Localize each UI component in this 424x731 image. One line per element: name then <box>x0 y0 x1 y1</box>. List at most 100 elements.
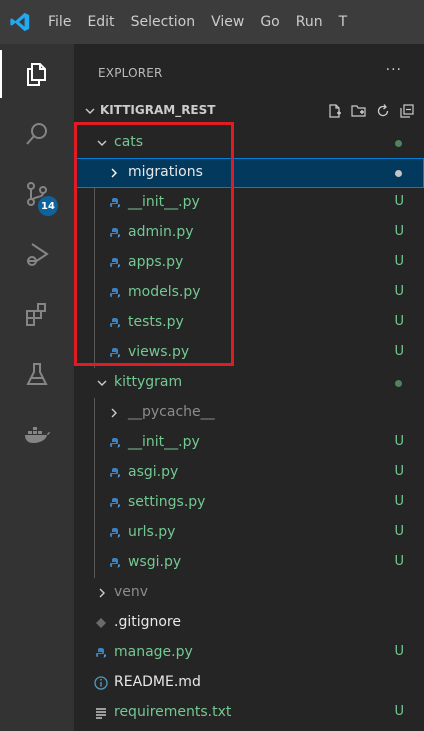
python-file-icon <box>108 226 122 240</box>
explorer-icon[interactable] <box>0 44 74 104</box>
tree-file-wsgi[interactable]: wsgi.py U <box>74 548 424 578</box>
menu-run[interactable]: Run <box>288 0 331 44</box>
testing-icon[interactable] <box>0 344 74 404</box>
new-file-icon[interactable] <box>326 102 344 120</box>
tree-file-apps[interactable]: apps.py U <box>74 248 424 278</box>
modified-dot <box>395 170 402 177</box>
folder-label: cats <box>114 134 144 150</box>
workspace-folder-header[interactable]: KITTIGRAM_REST <box>74 96 424 126</box>
info-icon <box>94 676 108 690</box>
workspace-folder-name: KITTIGRAM_REST <box>100 103 216 117</box>
chevron-down-icon <box>97 140 107 146</box>
menu-go[interactable]: Go <box>252 0 287 44</box>
run-debug-icon[interactable] <box>0 224 74 284</box>
tree-file-admin[interactable]: admin.py U <box>74 218 424 248</box>
untracked-status: U <box>394 344 404 359</box>
untracked-status: U <box>394 194 404 209</box>
file-label: manage.py <box>114 644 193 660</box>
text-file-icon <box>94 706 108 720</box>
tree-file-urls[interactable]: urls.py U <box>74 518 424 548</box>
explorer-title: EXPLORER <box>98 66 163 80</box>
tree-folder-kittygram[interactable]: kittygram <box>74 368 424 398</box>
untracked-status: U <box>394 314 404 329</box>
python-file-icon <box>108 526 122 540</box>
tree-file-tests[interactable]: tests.py U <box>74 308 424 338</box>
tree-file-asgi[interactable]: asgi.py U <box>74 458 424 488</box>
untracked-status: U <box>394 254 404 269</box>
menu-bar: File Edit Selection View Go Run T <box>40 0 355 44</box>
menu-terminal-truncated[interactable]: T <box>331 0 356 44</box>
python-file-icon <box>108 316 122 330</box>
file-label: admin.py <box>128 224 194 240</box>
collapse-all-icon[interactable] <box>398 102 416 120</box>
tree-file-views[interactable]: views.py U <box>74 338 424 368</box>
explorer-sidebar: EXPLORER ··· KITTIGRAM_REST cats migrati… <box>74 44 424 731</box>
extensions-icon[interactable] <box>0 284 74 344</box>
untracked-status: U <box>394 224 404 239</box>
menu-selection[interactable]: Selection <box>123 0 204 44</box>
tree-file-readme[interactable]: README.md <box>74 668 424 698</box>
search-icon[interactable] <box>0 104 74 164</box>
tree-file-settings[interactable]: settings.py U <box>74 488 424 518</box>
untracked-status: U <box>394 554 404 569</box>
python-file-icon <box>108 496 122 510</box>
chevron-down-icon <box>85 108 95 114</box>
chevron-down-icon <box>97 380 107 386</box>
python-file-icon <box>108 286 122 300</box>
docker-icon[interactable] <box>0 404 74 464</box>
menu-edit[interactable]: Edit <box>79 0 122 44</box>
file-label: requirements.txt <box>114 704 232 720</box>
file-label: apps.py <box>128 254 184 270</box>
tree-file-manage[interactable]: manage.py U <box>74 638 424 668</box>
menu-view[interactable]: View <box>203 0 252 44</box>
file-label: __init__.py <box>128 434 200 450</box>
tree-file-gitignore[interactable]: .gitignore <box>74 608 424 638</box>
tree-folder-venv[interactable]: venv <box>74 578 424 608</box>
menu-file[interactable]: File <box>40 0 79 44</box>
file-label: wsgi.py <box>128 554 182 570</box>
tree-folder-migrations[interactable]: migrations <box>74 158 424 188</box>
chevron-right-icon <box>99 588 105 598</box>
tree-folder-cats[interactable]: cats <box>74 128 424 158</box>
folder-actions <box>326 102 416 120</box>
file-label: asgi.py <box>128 464 179 480</box>
tree-file-models[interactable]: models.py U <box>74 278 424 308</box>
tree-file-cats-init[interactable]: __init__.py U <box>74 188 424 218</box>
tree-file-requirements[interactable]: requirements.txt U <box>74 698 424 728</box>
modified-dot <box>395 140 402 147</box>
chevron-right-icon <box>111 168 117 178</box>
gitignore-file-icon <box>94 616 108 630</box>
modified-dot <box>395 380 402 387</box>
file-label: .gitignore <box>114 614 181 630</box>
vscode-logo-icon <box>0 0 40 44</box>
source-control-badge: 14 <box>38 196 58 216</box>
python-file-icon <box>108 346 122 360</box>
refresh-icon[interactable] <box>374 102 392 120</box>
file-tree: cats migrations __init__.py U admin.py U… <box>74 128 424 728</box>
folder-label: migrations <box>128 164 203 180</box>
tree-file-kittygram-init[interactable]: __init__.py U <box>74 428 424 458</box>
file-label: models.py <box>128 284 201 300</box>
python-file-icon <box>108 196 122 210</box>
source-control-icon[interactable]: 14 <box>0 164 74 224</box>
untracked-status: U <box>394 524 404 539</box>
title-bar: File Edit Selection View Go Run T <box>0 0 424 44</box>
python-file-icon <box>94 646 108 660</box>
file-label: settings.py <box>128 494 206 510</box>
untracked-status: U <box>394 464 404 479</box>
more-actions-icon[interactable]: ··· <box>386 62 402 78</box>
untracked-status: U <box>394 644 404 659</box>
new-folder-icon[interactable] <box>350 102 368 120</box>
file-label: __init__.py <box>128 194 200 210</box>
folder-label: venv <box>114 584 149 600</box>
untracked-status: U <box>394 704 404 719</box>
python-file-icon <box>108 436 122 450</box>
activity-bar: 14 <box>0 44 74 731</box>
chevron-right-icon <box>111 408 117 418</box>
python-file-icon <box>108 256 122 270</box>
folder-label: __pycache__ <box>128 404 215 420</box>
file-label: views.py <box>128 344 190 360</box>
untracked-status: U <box>394 284 404 299</box>
tree-folder-pycache[interactable]: __pycache__ <box>74 398 424 428</box>
python-file-icon <box>108 466 122 480</box>
